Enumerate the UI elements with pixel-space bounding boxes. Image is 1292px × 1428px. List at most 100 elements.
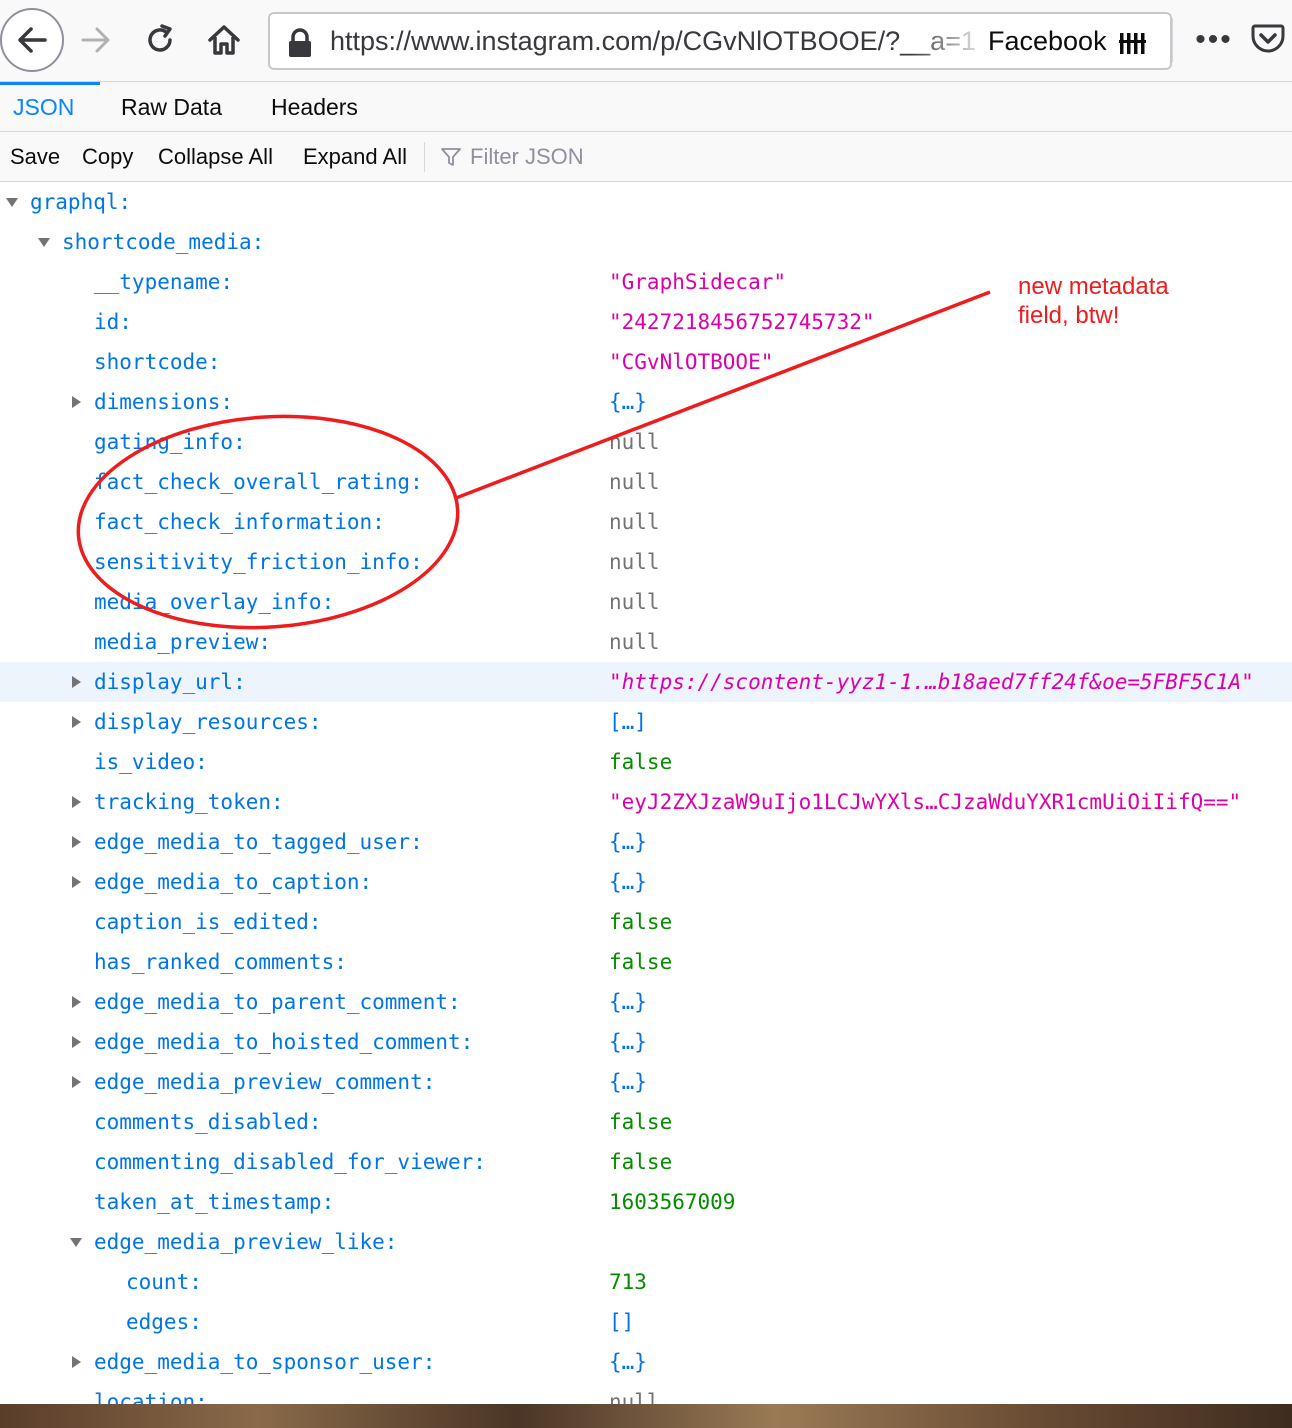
annotation-note: new metadata field, btw!	[1018, 273, 1169, 329]
json-key: gating_info:	[94, 430, 246, 454]
tree-row[interactable]: shortcode: "CGvNlOTBOOE"	[0, 342, 1292, 382]
json-value: null	[609, 550, 660, 574]
json-value: {…}	[609, 390, 647, 414]
json-value: "2427218456752745732"	[609, 310, 875, 334]
json-key: graphql:	[30, 190, 132, 214]
home-button[interactable]	[204, 20, 244, 60]
caret-right-icon[interactable]	[69, 1035, 83, 1049]
tree-row[interactable]: graphql:	[0, 182, 1292, 222]
pocket-icon[interactable]	[1250, 20, 1286, 56]
tree-row[interactable]: fact_check_information: null	[0, 502, 1292, 542]
caret-right-icon[interactable]	[69, 875, 83, 889]
json-value: {…}	[609, 1350, 647, 1374]
json-key: shortcode_media:	[62, 230, 265, 254]
json-key: has_ranked_comments:	[94, 950, 347, 974]
caret-right-icon[interactable]	[69, 995, 83, 1009]
json-key: edges:	[126, 1310, 202, 1334]
tree-row[interactable]: caption_is_edited: false	[0, 902, 1292, 942]
browser-toolbar: https://www.instagram.com/p/CGvNlOTBOOE/…	[0, 0, 1292, 82]
caret-right-icon[interactable]	[69, 835, 83, 849]
json-key: edge_media_to_tagged_user:	[94, 830, 423, 854]
page-actions-button[interactable]: •••	[1192, 22, 1236, 58]
tree-row[interactable]: edges: []	[0, 1302, 1292, 1342]
tree-row[interactable]: shortcode_media:	[0, 222, 1292, 262]
tree-row[interactable]: edge_media_to_parent_comment: {…}	[0, 982, 1292, 1022]
tree-row[interactable]: has_ranked_comments: false	[0, 942, 1292, 982]
json-value: {…}	[609, 1070, 647, 1094]
tree-row[interactable]: taken_at_timestamp: 1603567009	[0, 1182, 1292, 1222]
json-key: location:	[94, 1390, 208, 1404]
tree-row[interactable]: media_overlay_info: null	[0, 582, 1292, 622]
save-button[interactable]: Save	[10, 132, 60, 182]
json-key: display_url:	[94, 670, 246, 694]
tree-row[interactable]: count: 713	[0, 1262, 1292, 1302]
json-value: "GraphSidecar"	[609, 270, 787, 294]
copy-button[interactable]: Copy	[82, 132, 133, 182]
caret-right-icon[interactable]	[69, 715, 83, 729]
caret-right-icon[interactable]	[69, 395, 83, 409]
reload-icon	[148, 24, 172, 52]
forward-button[interactable]	[78, 22, 114, 58]
json-key: is_video:	[94, 750, 208, 774]
json-key: taken_at_timestamp:	[94, 1190, 335, 1214]
tree-row[interactable]: gating_info: null	[0, 422, 1292, 462]
filter-icon	[441, 148, 461, 166]
json-value: []	[609, 1310, 635, 1334]
tab-headers[interactable]: Headers	[271, 82, 358, 132]
reload-button[interactable]	[142, 22, 178, 58]
collapse-all-button[interactable]: Collapse All	[158, 132, 273, 182]
json-value: {…}	[609, 870, 647, 894]
tree-row[interactable]: display_resources: […]	[0, 702, 1292, 742]
tree-row[interactable]: display_url: "https://scontent-yyz1-1.…b1…	[0, 662, 1292, 702]
tree-row[interactable]: edge_media_to_tagged_user: {…}	[0, 822, 1292, 862]
library-icon[interactable]	[1118, 30, 1148, 56]
tree-row[interactable]: dimensions: {…}	[0, 382, 1292, 422]
json-key: commenting_disabled_for_viewer:	[94, 1150, 486, 1174]
url-bar[interactable]: https://www.instagram.com/p/CGvNlOTBOOE/…	[268, 12, 1172, 70]
bookmark-label[interactable]: Facebook	[988, 26, 1107, 57]
json-key: caption_is_edited:	[94, 910, 322, 934]
json-key: media_preview:	[94, 630, 272, 654]
tree-row[interactable]: sensitivity_friction_info: null	[0, 542, 1292, 582]
tree-row[interactable]: fact_check_overall_rating: null	[0, 462, 1292, 502]
caret-right-icon[interactable]	[69, 795, 83, 809]
caret-right-icon[interactable]	[69, 675, 83, 689]
json-value: false	[609, 910, 673, 934]
caret-down-icon[interactable]	[69, 1235, 83, 1249]
viewer-tabs: JSON Raw Data Headers	[0, 82, 1292, 132]
json-value: null	[609, 1390, 660, 1404]
tree-row[interactable]: location: null	[0, 1382, 1292, 1404]
tab-json[interactable]: JSON	[13, 82, 74, 132]
json-key: shortcode:	[94, 350, 221, 374]
home-icon	[208, 25, 240, 55]
expand-all-button[interactable]: Expand All	[303, 132, 407, 182]
json-key: id:	[94, 310, 132, 334]
caret-right-icon[interactable]	[69, 1355, 83, 1369]
json-key: edge_media_to_hoisted_comment:	[94, 1030, 474, 1054]
active-tab-indicator	[0, 82, 100, 85]
json-value: "CGvNlOTBOOE"	[609, 350, 774, 374]
caret-down-icon[interactable]	[5, 195, 19, 209]
tab-raw-data[interactable]: Raw Data	[121, 82, 222, 132]
tree-row[interactable]: edge_media_preview_like:	[0, 1222, 1292, 1262]
tree-row[interactable]: is_video: false	[0, 742, 1292, 782]
caret-down-icon[interactable]	[37, 235, 51, 249]
tree-row[interactable]: tracking_token: "eyJ2ZXJzaW9uIjo1LCJwYXls…	[0, 782, 1292, 822]
json-key: count:	[126, 1270, 202, 1294]
tree-row[interactable]: edge_media_to_sponsor_user: {…}	[0, 1342, 1292, 1382]
caret-right-icon[interactable]	[69, 1075, 83, 1089]
json-value: null	[609, 430, 660, 454]
tree-row[interactable]: edge_media_to_caption: {…}	[0, 862, 1292, 902]
tree-row[interactable]: edge_media_to_hoisted_comment: {…}	[0, 1022, 1292, 1062]
tree-row[interactable]: edge_media_preview_comment: {…}	[0, 1062, 1292, 1102]
arrow-left-icon	[18, 27, 47, 53]
url-text[interactable]: https://www.instagram.com/p/CGvNlOTBOOE/…	[330, 26, 980, 57]
json-value: {…}	[609, 990, 647, 1014]
filter-json-input[interactable]	[470, 142, 870, 172]
json-tree: graphql: shortcode_media: __typename: "Grap…	[0, 182, 1292, 1404]
tree-row[interactable]: commenting_disabled_for_viewer: false	[0, 1142, 1292, 1182]
tree-row[interactable]: media_preview: null	[0, 622, 1292, 662]
back-button[interactable]	[0, 8, 64, 72]
json-action-bar: Save Copy Collapse All Expand All	[0, 132, 1292, 182]
tree-row[interactable]: comments_disabled: false	[0, 1102, 1292, 1142]
